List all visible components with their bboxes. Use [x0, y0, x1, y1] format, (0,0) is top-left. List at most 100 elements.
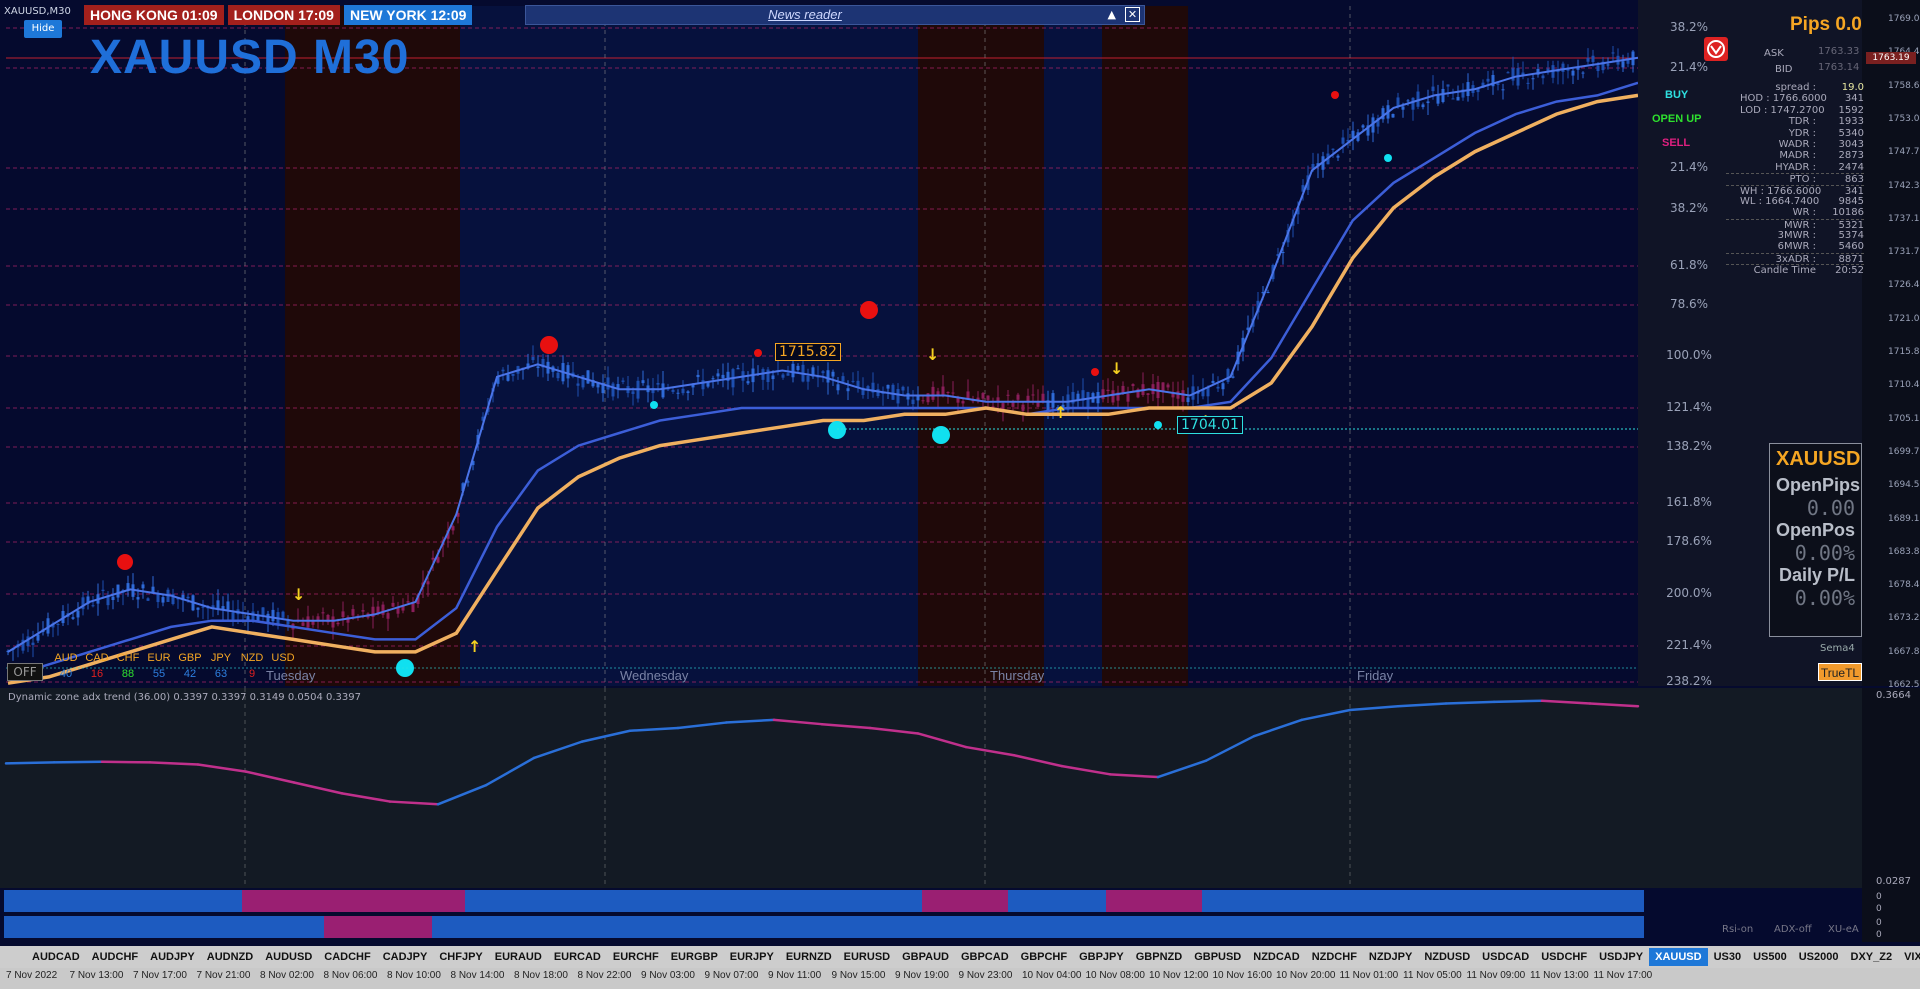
time-tick: 10 Nov 08:00: [1085, 970, 1146, 981]
candle-body: [576, 383, 580, 386]
signal-dot: [1384, 154, 1392, 162]
symbol-tab-gbpnzd[interactable]: GBPNZD: [1130, 948, 1188, 966]
candle-body: [1571, 70, 1575, 76]
symbol-tab-chfjpy[interactable]: CHFJPY: [433, 948, 488, 966]
candle-body: [671, 389, 675, 392]
stat-value: 863: [1844, 174, 1864, 186]
symbol-tab-nzdchf[interactable]: NZDCHF: [1306, 948, 1363, 966]
symbol-tab-euraud[interactable]: EURAUD: [489, 948, 548, 966]
y-tick: 1667.80: [1888, 646, 1920, 657]
y-tick: 1705.15: [1888, 413, 1920, 424]
candle-body: [1531, 78, 1535, 80]
stat-value: 5321: [1838, 219, 1864, 231]
candle-body: [1456, 96, 1460, 101]
symbol-tab-nzdjpy[interactable]: NZDJPY: [1363, 948, 1418, 966]
candle-body: [821, 371, 825, 374]
adx-subwindow[interactable]: [0, 688, 1920, 888]
candle-body: [1581, 72, 1585, 74]
candle-body: [1336, 155, 1340, 158]
time-tick: 11 Nov 17:00: [1593, 970, 1653, 981]
candle-body: [411, 602, 415, 613]
symbol-tab-audchf[interactable]: AUDCHF: [86, 948, 144, 966]
candle-body: [886, 384, 890, 389]
hide-button[interactable]: Hide: [24, 20, 62, 38]
symbol-tab-vix_x2[interactable]: VIX_X2: [1898, 948, 1920, 966]
symbol-tab-audcad[interactable]: AUDCAD: [26, 948, 86, 966]
currency-name: CHF: [116, 652, 140, 664]
symbol-tab-usdchf[interactable]: USDCHF: [1535, 948, 1593, 966]
stat-value: 341: [1844, 93, 1864, 105]
heat-cell: [432, 916, 1644, 938]
collapse-icon[interactable]: ▲: [1108, 8, 1116, 21]
y-tick: 1731.70: [1888, 247, 1920, 258]
symbol-tab-usdjpy[interactable]: USDJPY: [1593, 948, 1649, 966]
symbol-tab-eurchf[interactable]: EURCHF: [607, 948, 665, 966]
symbol-tab-gbpcad[interactable]: GBPCAD: [955, 948, 1015, 966]
symbol-tab-eurjpy[interactable]: EURJPY: [724, 948, 780, 966]
signal-dot: [1331, 91, 1339, 99]
y-tick: 1694.50: [1888, 480, 1920, 491]
symbol-tab-eurusd[interactable]: EURUSD: [838, 948, 896, 966]
candle-body: [891, 384, 895, 400]
candle-body: [351, 609, 355, 616]
symbol-tab-usdcad[interactable]: USDCAD: [1476, 948, 1535, 966]
signal-dot: [650, 401, 658, 409]
candle-body: [321, 612, 325, 614]
symbol-tab-audusd[interactable]: AUDUSD: [259, 948, 318, 966]
candle-body: [1016, 394, 1020, 400]
off-button[interactable]: OFF: [7, 663, 43, 681]
time-tick: 9 Nov 03:00: [641, 970, 695, 981]
symbol-tab-audnzd[interactable]: AUDNZD: [201, 948, 259, 966]
candle-body: [76, 610, 80, 618]
symbol-tab-xauusd[interactable]: XAUUSD: [1649, 948, 1708, 966]
symbol-tab-gbpusd[interactable]: GBPUSD: [1188, 948, 1247, 966]
candle-body: [1421, 104, 1425, 108]
stat-value: 5340: [1838, 127, 1864, 139]
main-chart-area[interactable]: ↓↑↓↑↓↑ XAUUSD,M30 Hide HONG KONG 01:09LO…: [0, 0, 1920, 989]
symbol-tab-nzdcad[interactable]: NZDCAD: [1247, 948, 1305, 966]
candle-body: [1216, 386, 1220, 389]
logo-icon[interactable]: [1704, 37, 1728, 61]
heat-cell: [4, 916, 324, 938]
symbol-tab-dxy_z2[interactable]: DXY_Z2: [1845, 948, 1899, 966]
symbol-tab-cadchf[interactable]: CADCHF: [318, 948, 376, 966]
close-icon[interactable]: ✕: [1125, 7, 1140, 22]
currency-value: 42: [183, 668, 197, 680]
truetl-button[interactable]: TrueTL: [1818, 663, 1862, 681]
fib-label: 178.6%: [1666, 534, 1712, 548]
adx-ymax: 0.3664: [1876, 690, 1911, 701]
candle-body: [146, 598, 150, 601]
stat-row: TDR : 1933: [1726, 116, 1864, 127]
candle-body: [986, 395, 990, 400]
symbol-tab-eurgbp[interactable]: EURGBP: [665, 948, 724, 966]
candle-body: [1436, 95, 1440, 104]
y-tick: 1699.75: [1888, 446, 1920, 457]
symbol-tab-nzdusd[interactable]: NZDUSD: [1418, 948, 1476, 966]
candle-body: [511, 373, 515, 376]
candle-body: [606, 377, 610, 390]
symbol-tab-us2000[interactable]: US2000: [1793, 948, 1845, 966]
symbol-tab-audjpy[interactable]: AUDJPY: [144, 948, 201, 966]
stat-key: HYADR :: [1775, 161, 1816, 173]
candle-body: [836, 384, 840, 391]
symbol-tab-us30[interactable]: US30: [1708, 948, 1748, 966]
candle-body: [1231, 376, 1235, 378]
time-axis: 7 Nov 2022 7 Nov 13:00 7 Nov 17:00 7 Nov 21…: [0, 968, 1920, 989]
symbol-tab-gbpjpy[interactable]: GBPJPY: [1073, 948, 1130, 966]
adx-indicator-title: Dynamic zone adx trend (36.00) 0.3397 0.…: [8, 692, 361, 703]
current-price-tag: 1763.19: [1866, 52, 1916, 64]
symbol-tab-cadjpy[interactable]: CADJPY: [377, 948, 434, 966]
y-tick: 1673.20: [1888, 613, 1920, 624]
candle-body: [1606, 64, 1610, 66]
time-tick: 9 Nov 23:00: [958, 970, 1013, 981]
news-reader-title[interactable]: News reader: [526, 6, 1084, 24]
symbol-tab-gbpaud[interactable]: GBPAUD: [896, 948, 955, 966]
currency-value: 55: [152, 668, 166, 680]
symbol-tab-us500[interactable]: US500: [1747, 948, 1793, 966]
symbol-tab-eurnzd[interactable]: EURNZD: [780, 948, 838, 966]
news-reader-bar[interactable]: News reader ▲ ✕: [525, 5, 1145, 25]
symbol-tab-eurcad[interactable]: EURCAD: [548, 948, 607, 966]
candle-body: [1431, 86, 1435, 92]
candle-body: [686, 391, 690, 394]
symbol-tab-gbpchf[interactable]: GBPCHF: [1015, 948, 1073, 966]
